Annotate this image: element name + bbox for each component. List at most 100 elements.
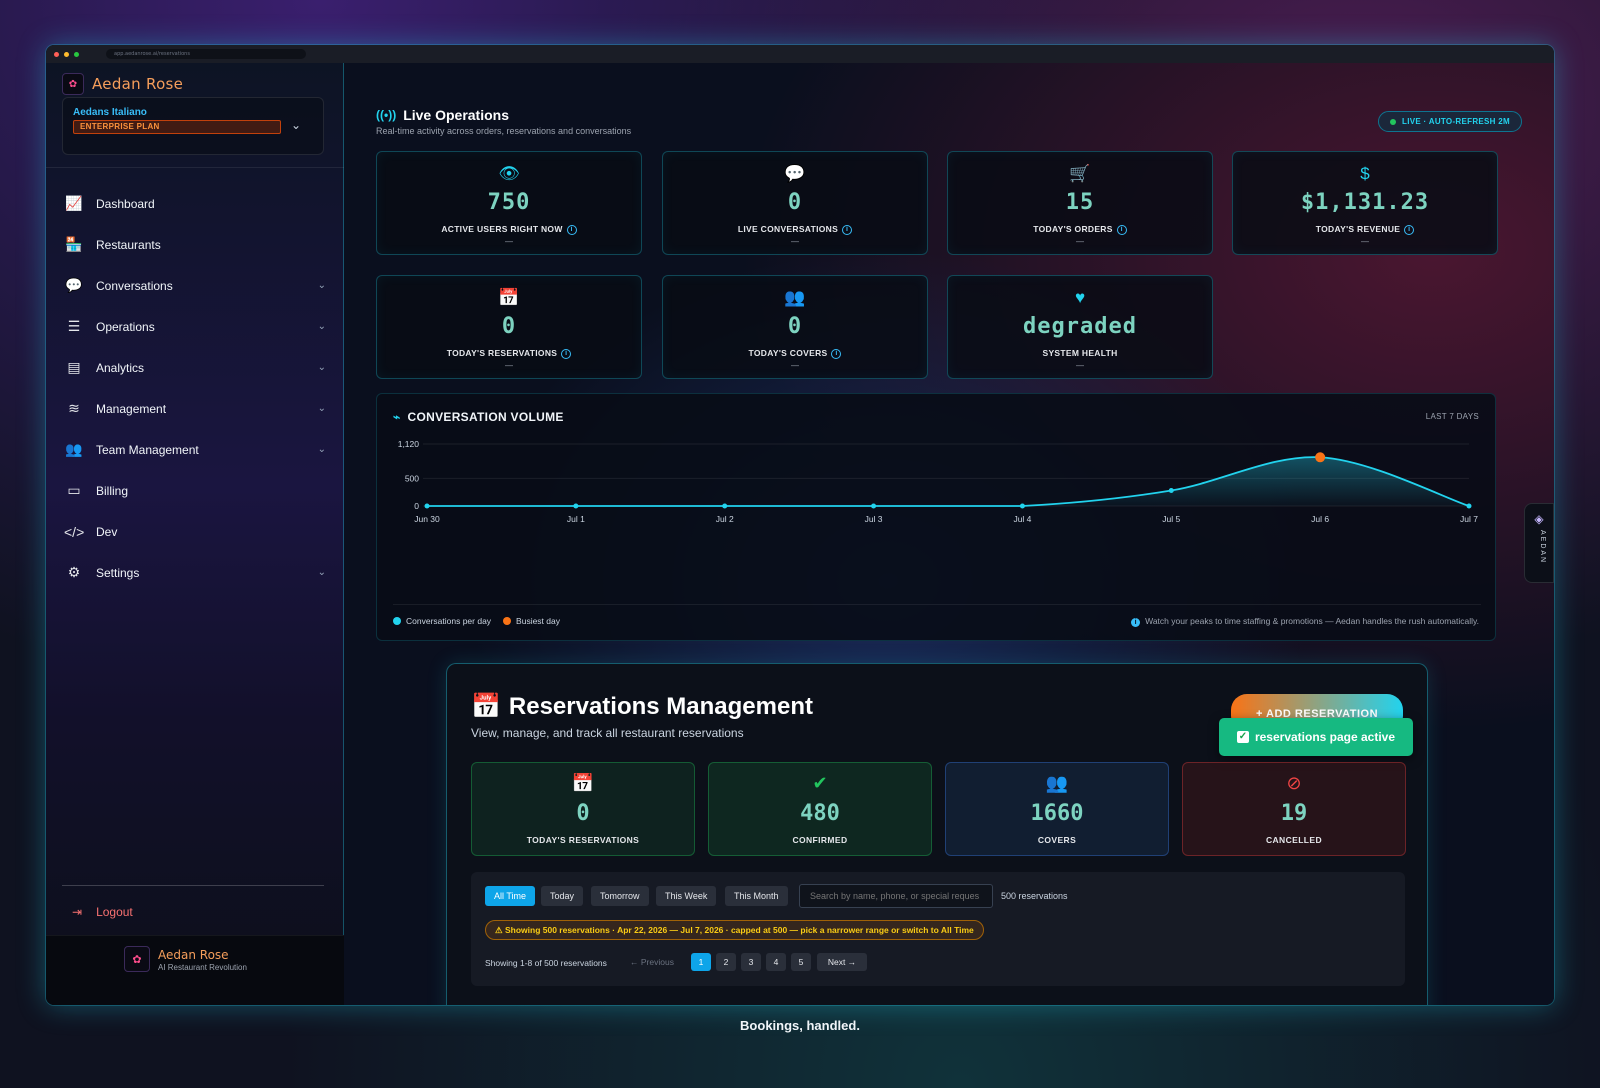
stat-card-today-s-revenue[interactable]: $ $1,131.23 TODAY'S REVENUE i — xyxy=(1232,151,1498,255)
info-icon[interactable]: i xyxy=(831,348,842,359)
chevron-down-icon[interactable]: ⌄ xyxy=(318,403,326,414)
sidebar-item-settings[interactable]: ⚙ Settings ⌄ xyxy=(46,552,344,593)
filter-this-month[interactable]: This Month xyxy=(725,886,788,906)
reservation-stat-cancelled[interactable]: ⊘ 19 CANCELLED xyxy=(1182,762,1406,856)
footer-brand-name: Aedan Rose xyxy=(158,948,229,962)
sidebar-item-management[interactable]: ≋ Management ⌄ xyxy=(46,388,344,429)
stat-label-text: TODAY'S REVENUE xyxy=(1315,224,1401,234)
logout-button[interactable]: ⇥ Logout xyxy=(72,905,133,919)
sidebar-item-team-management[interactable]: 👥 Team Management ⌄ xyxy=(46,429,344,470)
chart-line-icon: 📈 xyxy=(65,195,83,211)
chevron-down-icon[interactable]: ⌄ xyxy=(318,321,326,332)
info-icon[interactable]: i xyxy=(1116,224,1127,235)
org-switcher[interactable]: Aedans Italiano ENTERPRISE PLAN ⌄ xyxy=(62,97,324,155)
info-icon[interactable]: i xyxy=(1404,224,1415,235)
data-point[interactable] xyxy=(573,503,579,509)
next-page-button[interactable]: Next → xyxy=(817,953,867,971)
stat-card-today-s-reservations[interactable]: 📅 0 TODAY'S RESERVATIONS i — xyxy=(376,275,642,379)
sidebar-item-billing[interactable]: ▭ Billing xyxy=(46,470,344,511)
footer-logo-icon: ✿ xyxy=(124,946,150,972)
close-window-icon[interactable] xyxy=(54,51,59,57)
filter-this-week[interactable]: This Week xyxy=(656,886,717,906)
calendar-check-icon: 📅 xyxy=(471,693,501,720)
broadcast-icon: ((•)) xyxy=(376,108,397,122)
stat-value: 1660 xyxy=(1030,801,1084,826)
chevron-down-icon[interactable]: ⌄ xyxy=(318,280,326,291)
logout-label: Logout xyxy=(96,905,133,919)
reservations-title-text: Reservations Management xyxy=(508,692,813,720)
chart-legend: Conversations per day Busiest day xyxy=(393,616,560,626)
page-button-1[interactable]: 1 xyxy=(691,953,711,971)
chevron-down-icon[interactable]: ⌄ xyxy=(291,118,301,132)
live-refresh-badge[interactable]: LIVE · AUTO-REFRESH 2M xyxy=(1378,111,1522,132)
previous-page-button[interactable]: ← Previous xyxy=(621,953,683,971)
data-point[interactable] xyxy=(1466,503,1472,509)
filter-all-time[interactable]: All Time xyxy=(485,886,536,906)
brand-logo-icon: ✿ xyxy=(62,73,84,95)
legend-busiest-label: Busiest day xyxy=(516,616,560,626)
warning-banner: ⚠ Showing 500 reservations · Apr 22, 202… xyxy=(485,920,984,940)
brand[interactable]: ✿ Aedan Rose xyxy=(62,73,183,95)
live-ops-title: ((•)) Live Operations xyxy=(376,107,509,123)
stat-card-active-users-right-now[interactable]: 👁 750 ACTIVE USERS RIGHT NOW i — xyxy=(376,151,642,255)
sidebar-item-dashboard[interactable]: 📈 Dashboard xyxy=(46,183,344,224)
data-point[interactable] xyxy=(1168,488,1174,493)
page-button-3[interactable]: 3 xyxy=(741,953,761,971)
store-icon: 🏪 xyxy=(65,236,83,252)
legend-series-swatch xyxy=(393,617,401,625)
address-bar[interactable]: app.aedanrose.ai/reservations xyxy=(106,49,306,59)
chevron-down-icon[interactable]: ⌄ xyxy=(318,362,326,373)
page-button-4[interactable]: 4 xyxy=(766,953,786,971)
stat-label: SYSTEM HEALTH xyxy=(948,348,1212,358)
data-point[interactable] xyxy=(871,503,877,509)
legend-item-series[interactable]: Conversations per day xyxy=(393,616,491,626)
busiest-day-point[interactable] xyxy=(1315,452,1326,463)
filter-tomorrow[interactable]: Tomorrow xyxy=(591,886,649,906)
sidebar-item-label: Restaurants xyxy=(96,237,161,252)
brand-name: Aedan Rose xyxy=(92,75,184,93)
reservation-stat-covers[interactable]: 👥 1660 COVERS xyxy=(945,762,1169,856)
stat-label: TODAY'S ORDERS i xyxy=(948,224,1212,235)
diamond-icon: ◈ xyxy=(1534,512,1544,526)
search-input[interactable] xyxy=(799,884,993,908)
sidebar-item-label: Analytics xyxy=(96,360,145,375)
y-tick-label: 1,120 xyxy=(398,439,420,449)
rail-label: AEDAN xyxy=(1539,530,1546,565)
sidebar-item-analytics[interactable]: ▤ Analytics ⌄ xyxy=(46,347,344,388)
maximize-window-icon[interactable] xyxy=(74,51,79,57)
stat-card-today-s-covers[interactable]: 👥 0 TODAY'S COVERS i — xyxy=(662,275,928,379)
stat-card-system-health[interactable]: ♥ degraded SYSTEM HEALTH — xyxy=(947,275,1213,379)
stat-card-today-s-orders[interactable]: 🛒 15 TODAY'S ORDERS i — xyxy=(947,151,1213,255)
sidebar-item-restaurants[interactable]: 🏪 Restaurants xyxy=(46,224,344,265)
aedan-side-rail[interactable]: ◈ AEDAN xyxy=(1524,503,1554,583)
cart-icon: 🛒 xyxy=(1069,164,1091,183)
data-point[interactable] xyxy=(1019,503,1025,509)
stat-label: TODAY'S COVERS i xyxy=(663,348,927,359)
comment-icon: 💬 xyxy=(784,164,806,183)
minimize-window-icon[interactable] xyxy=(64,51,69,57)
page-button-5[interactable]: 5 xyxy=(791,953,811,971)
chevron-down-icon[interactable]: ⌄ xyxy=(318,444,326,455)
sidebar-item-label: Operations xyxy=(96,319,155,334)
filter-today[interactable]: Today xyxy=(541,886,584,906)
reservation-stat-today-s-reservations[interactable]: 📅 0 TODAY'S RESERVATIONS xyxy=(471,762,695,856)
sidebar-item-operations[interactable]: ☰ Operations ⌄ xyxy=(46,306,344,347)
chevron-down-icon[interactable]: ⌄ xyxy=(318,567,326,578)
legend-item-busiest[interactable]: Busiest day xyxy=(503,616,560,626)
data-point[interactable] xyxy=(722,503,728,509)
info-icon[interactable]: i xyxy=(566,224,577,235)
legend-busiest-swatch xyxy=(503,617,512,625)
stat-sub: — xyxy=(791,237,799,246)
page-button-2[interactable]: 2 xyxy=(716,953,736,971)
stat-card-live-conversations[interactable]: 💬 0 LIVE CONVERSATIONS i — xyxy=(662,151,928,255)
stat-sub: — xyxy=(791,361,799,370)
sidebar-item-dev[interactable]: </> Dev xyxy=(46,511,344,552)
sidebar-item-conversations[interactable]: 💬 Conversations ⌄ xyxy=(46,265,344,306)
data-point[interactable] xyxy=(424,503,430,509)
info-icon[interactable]: i xyxy=(561,348,572,359)
bar-chart-icon: ▤ xyxy=(67,359,81,375)
users-icon: 👥 xyxy=(784,288,806,307)
info-icon[interactable]: i xyxy=(842,224,853,235)
heart-pulse-icon: ♥ xyxy=(1074,288,1086,307)
reservation-stat-confirmed[interactable]: ✔ 480 CONFIRMED xyxy=(708,762,932,856)
